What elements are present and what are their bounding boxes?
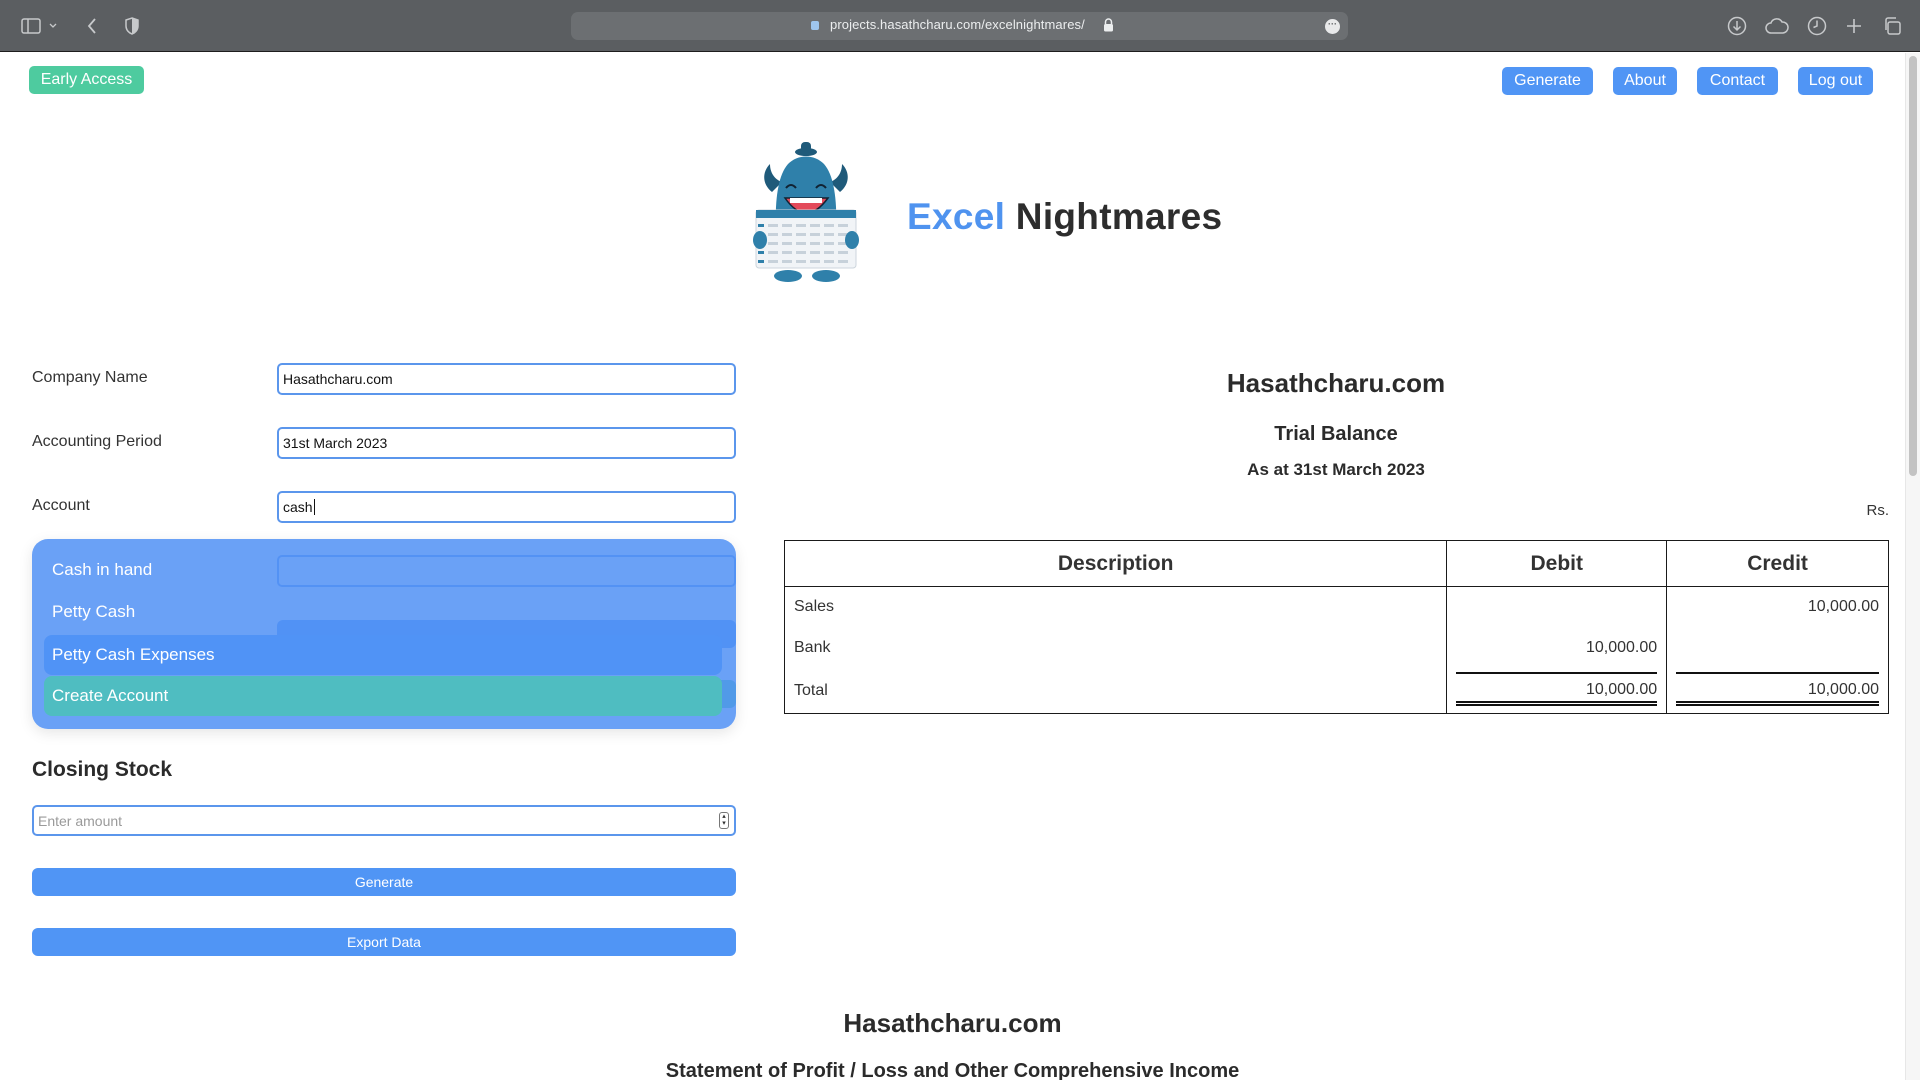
- double-underline: [1676, 701, 1879, 706]
- company-name-input[interactable]: [277, 363, 736, 395]
- total-credit-cell: 10,000.00: [1666, 668, 1889, 714]
- report-company-name: Hasathcharu.com: [1226, 368, 1446, 398]
- dropdown-option-petty-cash-expenses[interactable]: Petty Cash Expenses: [44, 635, 722, 675]
- total-debit-cell: 10,000.00: [1446, 668, 1668, 714]
- company-name-label: Company Name: [32, 369, 148, 386]
- back-icon[interactable]: [80, 14, 104, 38]
- app-title: Excel Nightmares: [907, 196, 1222, 238]
- more-options-icon[interactable]: ···: [1325, 19, 1340, 34]
- early-access-button[interactable]: Early Access: [29, 66, 144, 94]
- column-header-credit: Credit: [1666, 540, 1889, 587]
- new-tab-icon[interactable]: [1842, 14, 1866, 38]
- next-report-title: Statement of Profit / Loss and Other Com…: [665, 1060, 1240, 1080]
- account-input-value: cash: [283, 499, 313, 515]
- sidebar-icon[interactable]: [19, 14, 43, 38]
- number-stepper-icon[interactable]: ▴ ▾: [719, 812, 729, 829]
- table-row: Bank 10,000.00: [783, 627, 1889, 669]
- lock-icon: [1103, 18, 1114, 32]
- url-text: projects.hasathcharu.com/excelnightmares…: [830, 17, 1085, 32]
- tabs-overview-icon[interactable]: [1880, 14, 1904, 38]
- total-credit: 10,000.00: [1807, 680, 1879, 698]
- chevron-down-icon[interactable]: [47, 14, 59, 38]
- currency-label: Rs.: [1866, 502, 1890, 519]
- download-icon[interactable]: [1725, 14, 1749, 38]
- report-title: Trial Balance: [1274, 423, 1398, 445]
- browser-toolbar: projects.hasathcharu.com/excelnightmares…: [0, 0, 1920, 52]
- account-label: Account: [32, 497, 90, 514]
- closing-stock-input[interactable]: Enter amount ▴ ▾: [32, 805, 736, 836]
- report-date: As at 31st March 2023: [1247, 460, 1425, 479]
- next-report-company-name: Hasathcharu.com: [843, 1008, 1062, 1038]
- history-icon[interactable]: [1805, 14, 1829, 38]
- nav-logout-button[interactable]: Log out: [1798, 67, 1873, 95]
- generate-button[interactable]: Generate: [32, 868, 736, 896]
- subtotal-rule: [1676, 671, 1879, 674]
- total-label: Total: [783, 668, 1448, 714]
- column-header-description: Description: [783, 540, 1448, 587]
- total-row: Total 10,000.00 10,000.00: [783, 668, 1889, 714]
- accounting-period-input[interactable]: [277, 427, 736, 459]
- account-suggestions-dropdown: Cash in hand Petty Cash Petty Cash Expen…: [32, 539, 736, 729]
- export-data-button[interactable]: Export Data: [32, 928, 736, 956]
- nav-about-button[interactable]: About: [1613, 67, 1677, 95]
- app-title-excel: Excel: [907, 196, 1006, 237]
- total-debit: 10,000.00: [1585, 680, 1658, 698]
- account-input[interactable]: cash: [277, 491, 736, 523]
- subtotal-rule: [1456, 671, 1658, 674]
- row-credit: [1666, 627, 1889, 669]
- dropdown-option-petty-cash[interactable]: Petty Cash: [44, 593, 722, 631]
- row-debit: [1446, 586, 1668, 628]
- row-description: Sales: [783, 586, 1448, 628]
- table-header-row: Description Debit Credit: [783, 540, 1889, 587]
- address-bar[interactable]: projects.hasathcharu.com/excelnightmares…: [571, 12, 1348, 40]
- column-header-debit: Debit: [1446, 540, 1668, 587]
- closing-stock-heading: Closing Stock: [32, 758, 173, 781]
- accounting-period-label: Accounting Period: [32, 433, 162, 450]
- table-row: Sales 10,000.00: [783, 586, 1889, 628]
- scrollbar-thumb[interactable]: [1909, 56, 1917, 476]
- app-title-nightmares: Nightmares: [1015, 196, 1223, 237]
- trial-balance-table: Description Debit Credit Sales 10,000.00…: [783, 540, 1889, 714]
- text-caret: [313, 499, 315, 515]
- dropdown-option-create-account[interactable]: Create Account: [44, 676, 722, 716]
- dropdown-option-cash-in-hand[interactable]: Cash in hand: [44, 551, 722, 589]
- double-underline: [1456, 701, 1658, 706]
- nav-contact-button[interactable]: Contact: [1697, 67, 1778, 95]
- row-description: Bank: [783, 627, 1448, 669]
- shield-icon[interactable]: [120, 14, 144, 38]
- closing-stock-placeholder: Enter amount: [38, 813, 123, 829]
- row-debit: 10,000.00: [1446, 627, 1668, 669]
- cloud-icon[interactable]: [1764, 14, 1790, 38]
- monster-mascot-logo: [748, 140, 864, 285]
- site-favicon: [811, 21, 819, 30]
- row-credit: 10,000.00: [1666, 586, 1889, 628]
- nav-generate-button[interactable]: Generate: [1502, 67, 1593, 95]
